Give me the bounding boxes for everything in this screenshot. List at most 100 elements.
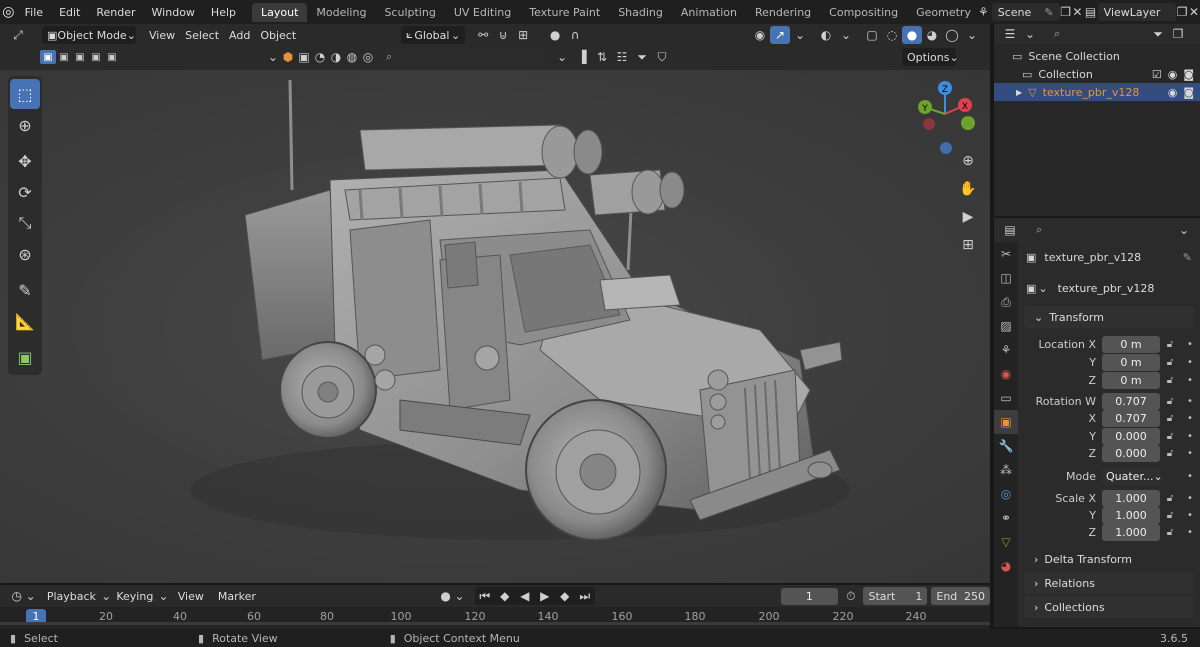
- transform-icon[interactable]: ⊛: [10, 239, 40, 269]
- timeline-scrollbar[interactable]: [0, 622, 990, 625]
- rotation-y-field[interactable]: 0.000: [1102, 427, 1160, 445]
- rotate-icon[interactable]: ⟳: [10, 177, 40, 207]
- view-layer-field[interactable]: ViewLayer: [1097, 3, 1177, 21]
- modifier-tab-icon[interactable]: 🔧: [994, 434, 1018, 458]
- menu-timeline-view[interactable]: View: [173, 587, 209, 605]
- editor-type-icon[interactable]: ⤢: [8, 26, 28, 44]
- scene-tab-icon[interactable]: ⚘: [994, 338, 1018, 362]
- navigation-gizmo[interactable]: Z X Y: [910, 78, 980, 158]
- options-dropdown[interactable]: Options ⌄: [902, 48, 959, 66]
- add-cube-icon[interactable]: ▣: [10, 342, 40, 372]
- menu-view[interactable]: View: [144, 26, 180, 44]
- chevron-down-icon[interactable]: ⌄: [962, 26, 982, 44]
- remove-view-layer-icon[interactable]: ✕: [1188, 3, 1200, 21]
- location-y-field[interactable]: 0 m: [1102, 353, 1160, 371]
- material-tab-icon[interactable]: ◕: [994, 554, 1018, 578]
- lock-icon[interactable]: 🔓︎: [1160, 493, 1180, 504]
- view-layer-icon[interactable]: ▤: [1083, 3, 1097, 21]
- move-icon[interactable]: ✥: [10, 146, 40, 176]
- location-x-field[interactable]: 0 m: [1102, 335, 1160, 353]
- remove-scene-icon[interactable]: ✕: [1072, 3, 1084, 21]
- tab-uv-editing[interactable]: UV Editing: [445, 3, 520, 22]
- scale-x-field[interactable]: 1.000: [1102, 489, 1160, 507]
- tab-compositing[interactable]: Compositing: [820, 3, 907, 22]
- filter-camera-icon[interactable]: ◑: [328, 48, 344, 66]
- menu-keying[interactable]: Keying: [111, 587, 158, 605]
- visibility-icon[interactable]: ◉: [750, 26, 770, 44]
- tab-sculpting[interactable]: Sculpting: [375, 3, 444, 22]
- lock-icon[interactable]: 🔓︎: [1160, 527, 1180, 538]
- rotation-mode-dropdown[interactable]: Quater... ⌄: [1102, 467, 1163, 485]
- select-box-icon[interactable]: ⬚: [10, 79, 40, 109]
- new-view-layer-icon[interactable]: ❐: [1176, 3, 1188, 21]
- pivot-icon[interactable]: ⚯: [473, 26, 493, 44]
- rendered-shading-icon[interactable]: ◯: [942, 26, 962, 44]
- tab-animation[interactable]: Animation: [672, 3, 746, 22]
- location-z-field[interactable]: 0 m: [1102, 371, 1160, 389]
- filter-icon[interactable]: ⏷: [632, 48, 652, 66]
- world-tab-icon[interactable]: ◉: [994, 362, 1018, 386]
- lock-icon[interactable]: 🔓︎: [1160, 448, 1180, 459]
- menu-marker[interactable]: Marker: [213, 587, 261, 605]
- lock-icon[interactable]: 🔓︎: [1160, 375, 1180, 386]
- scene-selector-icon[interactable]: ⚘: [975, 3, 992, 21]
- filter-light-icon[interactable]: ◔: [312, 48, 328, 66]
- keyframe-dot-icon[interactable]: •: [1180, 431, 1200, 442]
- expand-arrow-icon[interactable]: ▶: [1016, 88, 1022, 97]
- proportional-edit-icon[interactable]: ●: [545, 26, 565, 44]
- chevron-down-icon[interactable]: ⌄: [790, 26, 810, 44]
- overlays-icon[interactable]: ◐: [816, 26, 836, 44]
- keyframe-dot-icon[interactable]: •: [1180, 375, 1200, 386]
- menu-help[interactable]: Help: [203, 6, 244, 19]
- view-layer-tab-icon[interactable]: ▨: [994, 314, 1018, 338]
- menu-add[interactable]: Add: [224, 26, 255, 44]
- prev-keyframe-icon[interactable]: ◆: [495, 587, 515, 605]
- data-tab-icon[interactable]: ▽: [994, 530, 1018, 554]
- scene-field[interactable]: Scene ✎: [991, 3, 1060, 21]
- select-extend-icon[interactable]: ▣: [56, 48, 72, 66]
- keyframe-dot-icon[interactable]: •: [1180, 448, 1200, 459]
- snap-target-icon[interactable]: ⊞: [513, 26, 533, 44]
- zoom-icon[interactable]: ⊕: [958, 150, 978, 172]
- outliner-editor-icon[interactable]: ☰: [1000, 25, 1020, 43]
- wireframe-shading-icon[interactable]: ◌: [882, 26, 902, 44]
- filter-icon[interactable]: ⏷: [1148, 25, 1168, 43]
- next-keyframe-icon[interactable]: ◆: [555, 587, 575, 605]
- mode-dropdown[interactable]: ▣ Object Mode ⌄: [42, 26, 136, 44]
- new-scene-icon[interactable]: ❐: [1060, 3, 1072, 21]
- keyframe-dot-icon[interactable]: •: [1180, 413, 1200, 424]
- select-intersect-icon[interactable]: ▣: [104, 48, 120, 66]
- tab-geometry-nodes[interactable]: Geometry Noc: [907, 3, 975, 22]
- timeline-ruler[interactable]: 1 20 40 60 80 100 120 140 160 180 200 22…: [0, 607, 990, 629]
- rotation-w-field[interactable]: 0.707: [1102, 392, 1160, 410]
- chevron-down-icon[interactable]: ⌄: [25, 587, 36, 605]
- keyframe-dot-icon[interactable]: •: [1180, 471, 1200, 482]
- tab-rendering[interactable]: Rendering: [746, 3, 820, 22]
- pin-icon[interactable]: ✎: [1183, 251, 1192, 264]
- jump-end-icon[interactable]: ⏭: [575, 587, 595, 605]
- keyframe-dot-icon[interactable]: •: [1180, 396, 1200, 407]
- orientation-dropdown[interactable]: ⟀ Global ⌄: [401, 26, 466, 44]
- scale-y-field[interactable]: 1.000: [1102, 506, 1160, 524]
- transform-panel-header[interactable]: ⌄ Transform: [1024, 306, 1194, 328]
- solid-shading-icon[interactable]: ●: [902, 26, 922, 44]
- chevron-down-icon[interactable]: ⌄: [1174, 221, 1194, 239]
- keyframe-dot-icon[interactable]: •: [1180, 510, 1200, 521]
- camera-icon[interactable]: ◙: [1183, 68, 1194, 81]
- chevron-down-icon[interactable]: ⌄: [552, 48, 572, 66]
- 3d-viewport[interactable]: Z X Y ⊕ ✋ ▶ ⊞: [0, 70, 990, 583]
- menu-file[interactable]: File: [17, 6, 51, 19]
- jump-start-icon[interactable]: ⏮: [475, 587, 495, 605]
- shield-icon[interactable]: ⛉: [652, 48, 672, 66]
- chevron-down-icon[interactable]: ⌄: [266, 48, 280, 66]
- checkbox-icon[interactable]: ☑: [1152, 68, 1162, 81]
- lock-icon[interactable]: 🔓︎: [1160, 510, 1180, 521]
- select-subtract-icon[interactable]: ▣: [72, 48, 88, 66]
- properties-search-input[interactable]: ⌕: [1030, 221, 1170, 239]
- chevron-down-icon[interactable]: ⌄: [836, 26, 856, 44]
- play-icon[interactable]: ▶: [535, 587, 555, 605]
- filter-mesh-icon[interactable]: ▣: [296, 48, 312, 66]
- xray-icon[interactable]: ▢: [862, 26, 882, 44]
- keyframe-dot-icon[interactable]: •: [1180, 493, 1200, 504]
- snap-icon[interactable]: ⊍: [493, 26, 513, 44]
